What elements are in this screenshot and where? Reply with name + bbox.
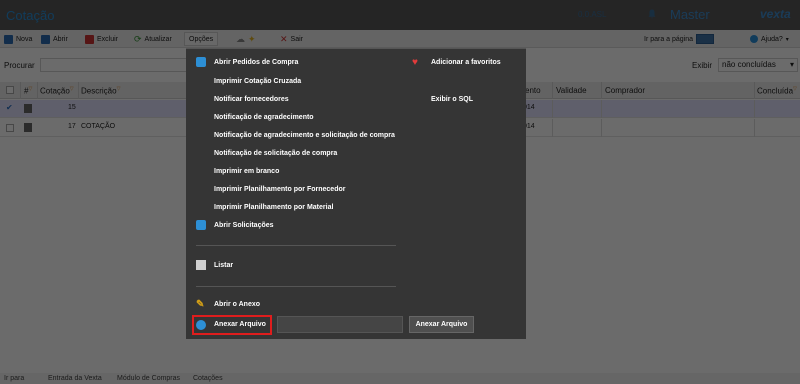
exit-button[interactable]: ✕ Sair bbox=[280, 33, 303, 45]
row-cotacao: 17 bbox=[68, 123, 76, 130]
col-cotacao-label: Cotação bbox=[40, 86, 70, 96]
row-check-icon[interactable]: ✔ bbox=[6, 103, 13, 112]
edit-icon[interactable] bbox=[24, 104, 32, 113]
refresh-button[interactable]: ⟳ Atualizar bbox=[134, 33, 172, 45]
help-icon bbox=[750, 35, 758, 43]
col-validade[interactable]: Validade bbox=[556, 86, 587, 95]
user-name[interactable]: Master bbox=[670, 7, 710, 22]
attach-file-input[interactable] bbox=[277, 316, 403, 333]
chevron-down-icon: ▾ bbox=[785, 36, 789, 43]
toolbar: Nova Abrir Excluir ⟳ Atualizar Opções ☁ … bbox=[0, 30, 800, 48]
menu-item-thanks-and-request-notification[interactable]: Notificação de agradecimento e solicitaç… bbox=[214, 132, 395, 139]
goto-page-label: Ir para a página bbox=[644, 35, 694, 43]
search-input[interactable] bbox=[40, 58, 190, 72]
cloud-icon: ☁ bbox=[236, 33, 245, 44]
menu-item-print-by-supplier[interactable]: Imprimir Planilhamento por Fornecedor bbox=[214, 186, 345, 193]
menu-item-open-attachment[interactable]: Abrir o Anexo bbox=[214, 301, 260, 308]
menu-item-open-purchase-orders[interactable]: Abrir Pedidos de Compra bbox=[214, 59, 298, 66]
menu-item-request-notification[interactable]: Notificação de solicitação de compra bbox=[214, 150, 337, 157]
menu-item-notify-suppliers[interactable]: Notificar fornecedores bbox=[214, 96, 289, 103]
col-descricao-label: Descrição bbox=[81, 86, 117, 96]
col-validade-label: Validade bbox=[556, 86, 587, 95]
open-label: Abrir bbox=[53, 35, 68, 43]
col-vencimento-label: ento bbox=[525, 86, 541, 95]
breadcrumb-item[interactable]: Módulo de Compras bbox=[117, 375, 180, 382]
breadcrumb-item[interactable]: Ir para bbox=[4, 375, 24, 382]
search-label: Procurar bbox=[4, 61, 35, 70]
menu-item-print-cross-quote[interactable]: Imprimir Cotação Cruzada bbox=[214, 78, 301, 85]
open-button[interactable]: Abrir bbox=[41, 33, 68, 45]
close-icon: ✕ bbox=[280, 33, 288, 44]
requests-icon bbox=[196, 220, 206, 230]
printer-icon bbox=[196, 260, 206, 270]
menu-item-open-requests[interactable]: Abrir Solicitações bbox=[214, 222, 274, 229]
paperclip-icon: ✎ bbox=[196, 299, 205, 310]
help-button[interactable]: Ajuda? ▾ bbox=[750, 33, 789, 45]
folder-icon bbox=[41, 34, 50, 44]
col-vencimento[interactable]: ento bbox=[525, 86, 541, 95]
col-comprador[interactable]: Comprador bbox=[605, 86, 645, 95]
row-descricao: COTAÇÃO bbox=[81, 123, 116, 130]
goto-page: Ir para a página bbox=[644, 33, 715, 45]
edit-icon[interactable] bbox=[24, 123, 32, 132]
menu-item-add-favorites[interactable]: Adicionar a favoritos bbox=[431, 59, 501, 66]
delete-label: Excluir bbox=[97, 35, 119, 43]
bell-icon[interactable] bbox=[648, 9, 656, 19]
col-index[interactable]: #▽ bbox=[24, 86, 32, 96]
menu-divider bbox=[196, 245, 396, 246]
title-bar: Cotação 0.0.ASL Master vexta bbox=[0, 0, 800, 30]
row-checkbox[interactable] bbox=[6, 124, 14, 132]
exibir-label: Exibir bbox=[692, 61, 713, 70]
col-concluida-label: Concluída bbox=[757, 86, 794, 96]
breadcrumb-item[interactable]: Cotações bbox=[193, 375, 223, 382]
col-descricao[interactable]: Descrição▽ bbox=[81, 86, 120, 96]
menu-item-show-sql[interactable]: Exibir o SQL bbox=[431, 96, 473, 103]
new-doc-icon bbox=[4, 34, 13, 44]
row-cotacao: 15 bbox=[68, 104, 76, 111]
chevron-down-icon: ▾ bbox=[789, 60, 794, 69]
highlight-box bbox=[192, 315, 272, 335]
col-cotacao[interactable]: Cotação▽ bbox=[40, 86, 74, 96]
new-button[interactable]: Nova bbox=[4, 33, 32, 45]
delete-button[interactable]: Excluir bbox=[85, 33, 118, 45]
refresh-label: Atualizar bbox=[144, 35, 172, 43]
col-concluida[interactable]: Concluída▽ bbox=[757, 86, 797, 96]
menu-divider bbox=[196, 286, 396, 287]
options-button[interactable]: Opções bbox=[184, 32, 219, 46]
new-label: Nova bbox=[16, 35, 33, 43]
refresh-icon: ⟳ bbox=[134, 33, 142, 44]
options-label: Opções bbox=[189, 35, 214, 43]
purchase-order-icon bbox=[196, 57, 206, 67]
breadcrumb: Ir para Entrada da Vexta Módulo de Compr… bbox=[0, 373, 800, 384]
menu-item-print-blank[interactable]: Imprimir em branco bbox=[214, 168, 279, 175]
menu-item-thanks-notification[interactable]: Notificação de agradecimento bbox=[214, 114, 314, 121]
options-menu: Abrir Pedidos de Compra Imprimir Cotação… bbox=[186, 48, 526, 339]
exibir-value: não concluídas bbox=[722, 60, 776, 69]
select-all-checkbox[interactable] bbox=[6, 86, 14, 94]
exit-label: Sair bbox=[290, 35, 303, 43]
menu-item-print-by-material[interactable]: Imprimir Planilhamento por Material bbox=[214, 204, 333, 211]
heart-icon: ♥ bbox=[412, 57, 418, 68]
attach-file-button[interactable]: Anexar Arquivo bbox=[409, 316, 474, 333]
vexta-logo: vexta bbox=[760, 7, 791, 21]
help-label: Ajuda? bbox=[761, 35, 783, 43]
trash-icon bbox=[85, 34, 94, 44]
tools-button[interactable]: ☁ ✦ bbox=[236, 33, 256, 45]
app-title: Cotação bbox=[6, 8, 55, 23]
menu-item-list[interactable]: Listar bbox=[214, 262, 233, 269]
page-select[interactable] bbox=[696, 34, 715, 44]
exibir-select[interactable]: não concluídas ▾ bbox=[718, 58, 798, 72]
breadcrumb-item[interactable]: Entrada da Vexta bbox=[48, 375, 102, 382]
wand-icon: ✦ bbox=[248, 33, 256, 44]
col-comprador-label: Comprador bbox=[605, 86, 646, 95]
context-code[interactable]: 0.0.ASL bbox=[578, 10, 606, 19]
